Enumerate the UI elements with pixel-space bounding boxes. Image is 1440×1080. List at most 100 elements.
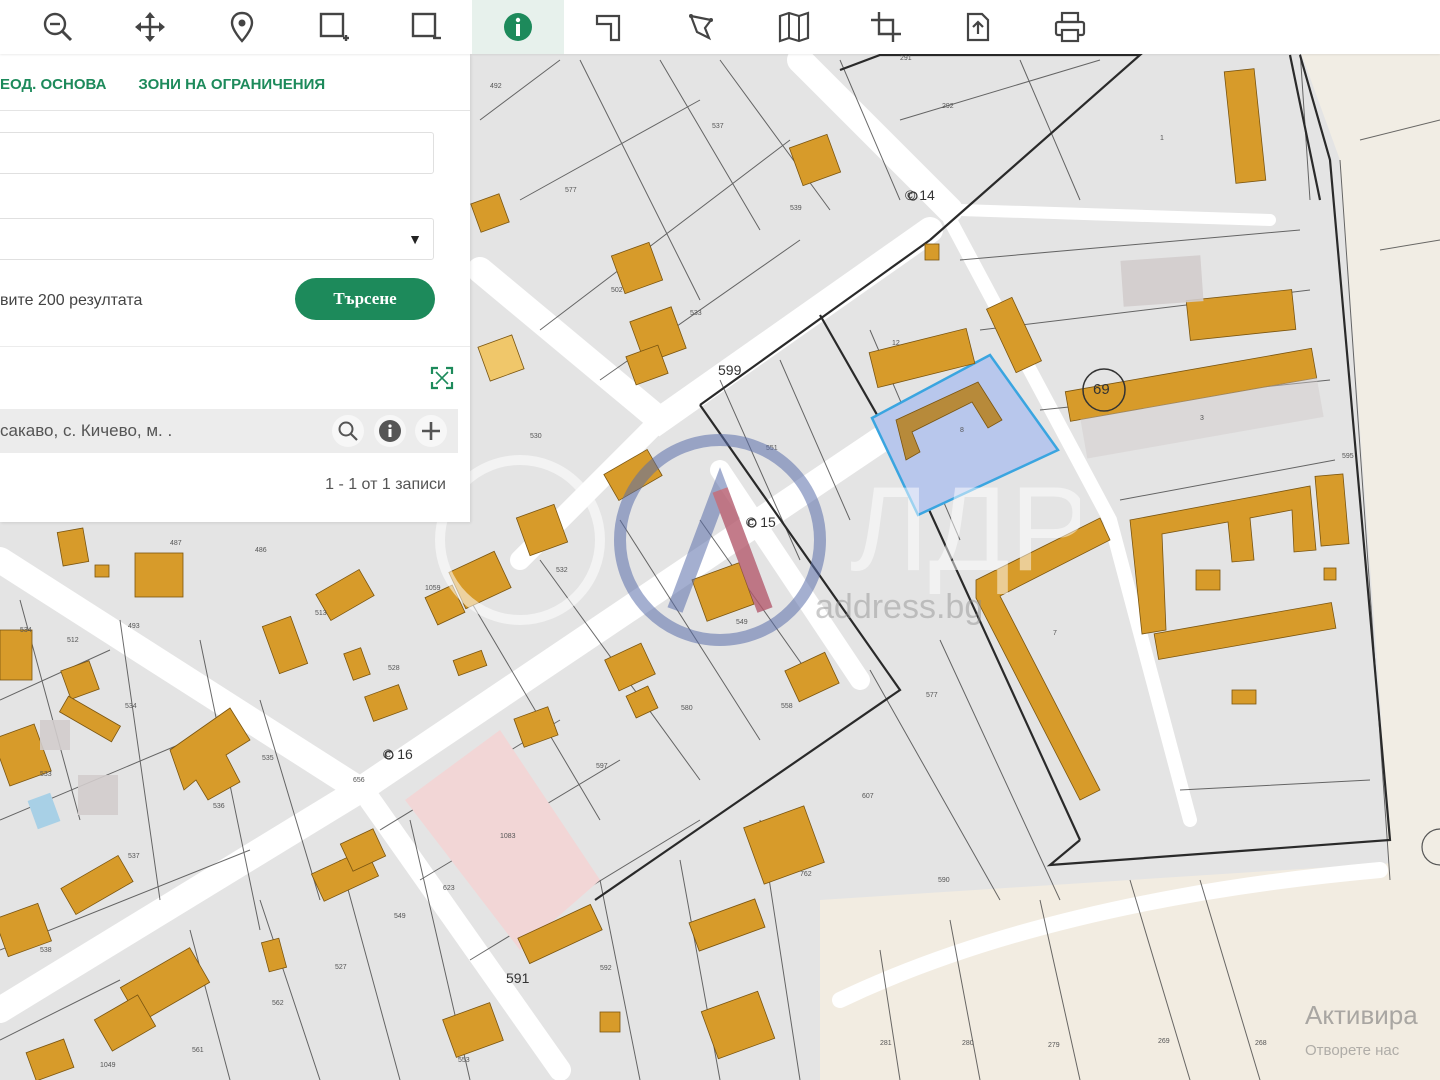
svg-text:487: 487 bbox=[170, 540, 182, 547]
svg-text:580: 580 bbox=[681, 705, 693, 712]
chevron-down-icon: ▼ bbox=[408, 231, 422, 247]
landmark-label: © 15 bbox=[746, 514, 776, 530]
svg-text:534: 534 bbox=[20, 627, 32, 634]
svg-text:553: 553 bbox=[458, 1057, 470, 1064]
measure-distance-icon bbox=[595, 14, 621, 42]
result-info-button[interactable] bbox=[374, 415, 406, 447]
os-activation-title: Активира bbox=[1305, 1000, 1418, 1030]
export-icon bbox=[966, 12, 990, 42]
toolbar bbox=[0, 0, 1440, 54]
svg-text:502: 502 bbox=[611, 287, 623, 294]
svg-text:549: 549 bbox=[394, 913, 406, 920]
plus-icon bbox=[422, 422, 440, 440]
expand-icon[interactable] bbox=[430, 366, 454, 390]
info-icon bbox=[379, 420, 401, 442]
search-button[interactable]: Търсене bbox=[295, 278, 435, 320]
landmark-label: © 14 bbox=[905, 187, 935, 203]
svg-text:1083: 1083 bbox=[500, 833, 516, 840]
select-area-add-icon bbox=[319, 12, 349, 41]
svg-text:492: 492 bbox=[490, 83, 502, 90]
circle-marker-label: 69 bbox=[1093, 381, 1110, 398]
svg-text:7: 7 bbox=[1053, 630, 1057, 637]
info-icon bbox=[504, 13, 532, 41]
svg-text:595: 595 bbox=[1342, 453, 1354, 460]
tab-geodetic-base[interactable]: ЕОД. ОСНОВА bbox=[0, 76, 106, 98]
measure-area-button[interactable] bbox=[656, 0, 748, 54]
svg-text:536: 536 bbox=[213, 803, 225, 810]
select-area-add-button[interactable] bbox=[288, 0, 380, 54]
road-label: 591 bbox=[506, 970, 530, 986]
crop-icon bbox=[871, 12, 901, 42]
svg-text:762: 762 bbox=[800, 871, 812, 878]
svg-text:538: 538 bbox=[40, 947, 52, 954]
pan-icon bbox=[135, 12, 165, 42]
svg-text:528: 528 bbox=[388, 665, 400, 672]
svg-text:577: 577 bbox=[926, 692, 938, 699]
location-button[interactable] bbox=[196, 0, 288, 54]
svg-text:292: 292 bbox=[942, 103, 954, 110]
results-limit-hint: вите 200 резултата bbox=[0, 292, 143, 309]
pan-button[interactable] bbox=[104, 0, 196, 54]
svg-text:577: 577 bbox=[565, 187, 577, 194]
zoom-to-result-button[interactable] bbox=[332, 415, 364, 447]
add-result-button[interactable] bbox=[415, 415, 447, 447]
svg-text:656: 656 bbox=[353, 777, 365, 784]
svg-text:623: 623 bbox=[443, 885, 455, 892]
crop-button[interactable] bbox=[840, 0, 932, 54]
svg-text:1049: 1049 bbox=[100, 1062, 116, 1069]
os-activation-subtitle: Отворете нас bbox=[1305, 1042, 1400, 1059]
svg-text:533: 533 bbox=[40, 771, 52, 778]
panel-divider bbox=[0, 346, 470, 347]
result-row[interactable]: сакаво, с. Кичево, м. . bbox=[0, 409, 458, 453]
landmark-label: © 16 bbox=[383, 746, 413, 762]
map-layers-button[interactable] bbox=[748, 0, 840, 54]
svg-text:281: 281 bbox=[880, 1040, 892, 1047]
svg-text:558: 558 bbox=[781, 703, 793, 710]
watermark-url: address.bg bbox=[815, 588, 984, 626]
zoom-out-button[interactable] bbox=[12, 0, 104, 54]
tab-restriction-zones[interactable]: ЗОНИ НА ОГРАНИЧЕНИЯ bbox=[138, 76, 325, 98]
search-select[interactable]: ▼ bbox=[0, 218, 434, 260]
print-icon bbox=[1054, 11, 1086, 43]
print-button[interactable] bbox=[1024, 0, 1116, 54]
svg-text:532: 532 bbox=[556, 567, 568, 574]
svg-text:551: 551 bbox=[766, 445, 778, 452]
svg-text:3: 3 bbox=[1200, 415, 1204, 422]
search-text-field[interactable] bbox=[0, 132, 434, 174]
svg-text:493: 493 bbox=[128, 623, 140, 630]
measure-distance-button[interactable] bbox=[564, 0, 656, 54]
measure-area-icon bbox=[689, 14, 713, 41]
search-panel: ЕОД. ОСНОВА ЗОНИ НА ОГРАНИЧЕНИЯ ▼ вите 2… bbox=[0, 54, 470, 522]
select-area-remove-icon bbox=[411, 12, 441, 40]
svg-text:12: 12 bbox=[892, 340, 900, 347]
svg-text:561: 561 bbox=[192, 1047, 204, 1054]
svg-text:530: 530 bbox=[530, 433, 542, 440]
info-button[interactable] bbox=[472, 0, 564, 54]
svg-text:537: 537 bbox=[128, 853, 140, 860]
svg-text:533: 533 bbox=[690, 310, 702, 317]
search-icon bbox=[338, 421, 358, 441]
svg-text:268: 268 bbox=[1255, 1040, 1267, 1047]
svg-text:590: 590 bbox=[938, 877, 950, 884]
svg-text:291: 291 bbox=[900, 55, 912, 62]
svg-text:597: 597 bbox=[596, 763, 608, 770]
svg-text:539: 539 bbox=[790, 205, 802, 212]
svg-text:535: 535 bbox=[262, 755, 274, 762]
svg-text:1059: 1059 bbox=[425, 585, 441, 592]
svg-text:513: 513 bbox=[315, 610, 327, 617]
svg-text:607: 607 bbox=[862, 793, 874, 800]
svg-text:486: 486 bbox=[255, 547, 267, 554]
svg-text:269: 269 bbox=[1158, 1038, 1170, 1045]
svg-text:8: 8 bbox=[960, 427, 964, 434]
pagination-info: 1 - 1 от 1 записи bbox=[325, 476, 446, 493]
select-area-remove-button[interactable] bbox=[380, 0, 472, 54]
map-layers-icon bbox=[778, 11, 810, 43]
svg-text:592: 592 bbox=[600, 965, 612, 972]
location-pin-icon bbox=[230, 11, 254, 43]
svg-text:279: 279 bbox=[1048, 1042, 1060, 1049]
export-button[interactable] bbox=[932, 0, 1024, 54]
result-address: сакаво, с. Кичево, м. . bbox=[0, 421, 173, 440]
svg-text:1: 1 bbox=[1160, 135, 1164, 142]
svg-text:280: 280 bbox=[962, 1040, 974, 1047]
road-label: 599 bbox=[718, 362, 742, 378]
